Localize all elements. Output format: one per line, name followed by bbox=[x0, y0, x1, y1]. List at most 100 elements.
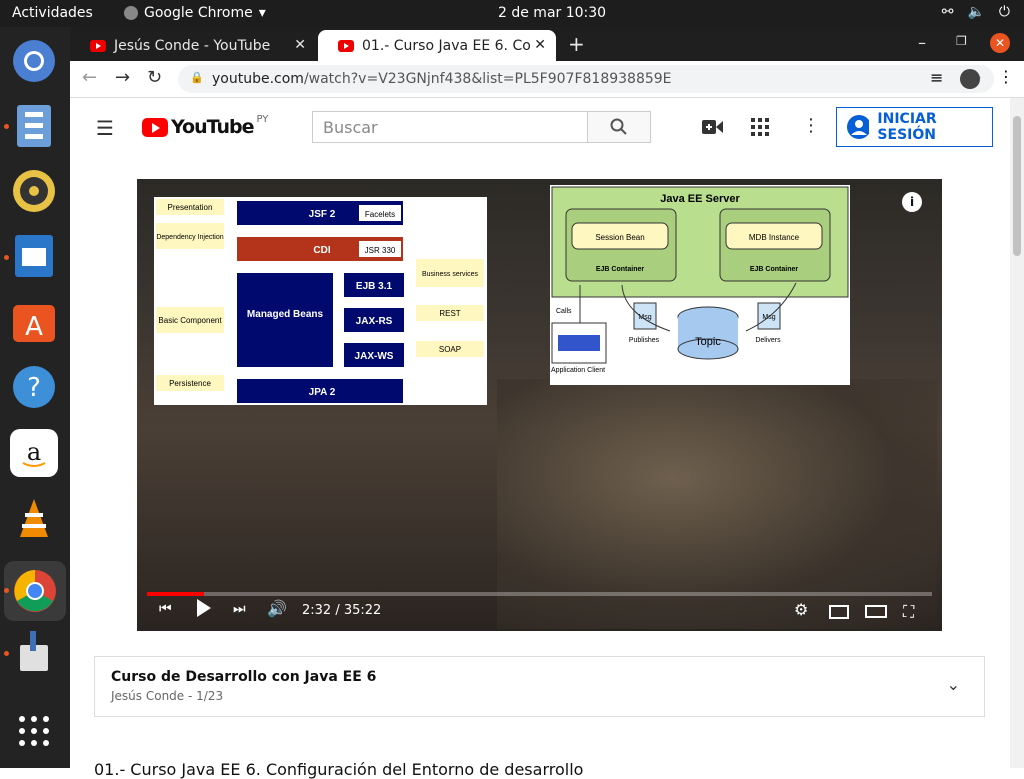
create-video-icon[interactable] bbox=[702, 119, 724, 135]
tab-label: 01.- Curso Java EE 6. Conf bbox=[362, 37, 545, 54]
svg-text:A: A bbox=[25, 312, 43, 342]
stack-label: Facelets bbox=[365, 210, 395, 219]
reload-button[interactable]: ↻ bbox=[147, 67, 162, 88]
scrollbar-thumb[interactable] bbox=[1013, 116, 1021, 256]
settings-gear-icon[interactable]: ⚙ bbox=[794, 600, 808, 619]
playlist-panel[interactable]: Curso de Desarrollo con Java EE 6 Jesús … bbox=[94, 656, 985, 717]
chevron-down-icon[interactable]: ⌄ bbox=[947, 675, 960, 694]
close-icon[interactable]: ✕ bbox=[294, 37, 306, 53]
time-display: 2:32 / 35:22 bbox=[302, 603, 382, 618]
tab-youtube-channel[interactable]: Jesús Conde - YouTube ✕ bbox=[70, 30, 316, 61]
stack-label: JPA 2 bbox=[309, 387, 336, 398]
playlist-title: Curso de Desarrollo con Java EE 6 bbox=[111, 669, 377, 685]
clock[interactable]: 2 de mar 10:30 bbox=[498, 5, 606, 21]
maximize-button[interactable]: ❐ bbox=[956, 34, 967, 48]
stack-annotation: SOAP bbox=[439, 345, 461, 354]
close-icon[interactable]: ✕ bbox=[530, 37, 546, 53]
server-box: EJB Container bbox=[750, 266, 799, 273]
minimize-button[interactable]: – bbox=[918, 33, 926, 52]
chrome-icon[interactable] bbox=[4, 561, 66, 621]
volume-icon[interactable]: 🔊 bbox=[267, 599, 287, 618]
info-icon[interactable]: i bbox=[902, 192, 922, 212]
show-apps-icon[interactable] bbox=[10, 707, 58, 755]
running-indicator bbox=[4, 255, 9, 260]
miniplayer-icon[interactable] bbox=[829, 605, 849, 619]
theater-mode-icon[interactable] bbox=[865, 605, 887, 618]
running-indicator bbox=[4, 651, 9, 656]
search-input[interactable]: Buscar bbox=[312, 111, 588, 143]
stack-annotation: Presentation bbox=[168, 203, 213, 212]
app-menu[interactable]: Google Chrome ▾ bbox=[124, 5, 266, 21]
tab-current-video[interactable]: 01.- Curso Java EE 6. Conf ✕ bbox=[318, 30, 556, 61]
forward-button[interactable]: → bbox=[115, 67, 130, 88]
server-box: Topic bbox=[695, 336, 721, 348]
dock: A ? a bbox=[0, 27, 70, 768]
amazon-icon[interactable]: a bbox=[10, 429, 58, 477]
svg-text:?: ? bbox=[27, 373, 41, 403]
server-box: EJB Container bbox=[596, 266, 645, 273]
chevron-down-icon: ▾ bbox=[258, 5, 266, 21]
new-tab-button[interactable]: + bbox=[568, 32, 585, 56]
url-host: youtube.com bbox=[212, 71, 304, 87]
previous-icon[interactable]: ⏮ bbox=[159, 601, 172, 617]
system-top-bar: Actividades Google Chrome ▾ 2 de mar 10:… bbox=[0, 0, 1024, 27]
slide-java-ee-server: Java EE Server Session Bean EJB Containe… bbox=[550, 185, 850, 385]
youtube-header: ☰ YouTube PY Buscar ⋮ INICIAR SESIÓN bbox=[70, 98, 1010, 156]
writer-icon[interactable] bbox=[10, 232, 58, 280]
chromium-icon[interactable] bbox=[10, 37, 58, 85]
paint-icon[interactable] bbox=[10, 627, 58, 675]
youtube-favicon-icon bbox=[338, 39, 354, 52]
sign-in-button[interactable]: INICIAR SESIÓN bbox=[836, 107, 993, 147]
play-icon[interactable] bbox=[197, 599, 211, 617]
back-button[interactable]: ← bbox=[82, 67, 97, 88]
stack-annotation: Business services bbox=[422, 271, 479, 278]
media-queue-icon[interactable]: ≡ bbox=[930, 68, 943, 87]
tab-strip: Jesús Conde - YouTube ✕ 01.- Curso Java … bbox=[70, 27, 1024, 61]
power-icon: ⏻ bbox=[998, 4, 1010, 20]
svg-text:a: a bbox=[27, 438, 41, 466]
profile-icon[interactable] bbox=[960, 69, 980, 89]
stack-label: JSF 2 bbox=[309, 209, 336, 220]
search-button[interactable] bbox=[587, 111, 651, 143]
close-window-button[interactable]: ✕ bbox=[990, 33, 1010, 53]
settings-more-icon[interactable]: ⋮ bbox=[802, 115, 820, 136]
stack-label: JAX-WS bbox=[355, 351, 394, 362]
system-tray[interactable]: ⚯ 🔈 ⏻ bbox=[942, 4, 1010, 20]
stack-label: JSR 330 bbox=[365, 246, 396, 255]
browser-menu-icon[interactable]: ⋮ bbox=[998, 67, 1014, 86]
video-player[interactable]: JSF 2 Facelets CDI JSR 330 Managed Beans… bbox=[137, 179, 942, 631]
address-bar[interactable]: 🔒 youtube.com/watch?v=V23GNjnf438&list=P… bbox=[178, 65, 994, 93]
region-code: PY bbox=[256, 113, 269, 125]
running-indicator bbox=[4, 124, 9, 129]
server-label: Delivers bbox=[755, 337, 781, 344]
rhythmbox-icon[interactable] bbox=[10, 167, 58, 215]
next-icon[interactable]: ⏭ bbox=[233, 601, 246, 617]
hamburger-menu-icon[interactable]: ☰ bbox=[96, 116, 114, 140]
youtube-wordmark: YouTube bbox=[171, 116, 254, 138]
help-icon[interactable]: ? bbox=[10, 363, 58, 411]
server-box: MDB Instance bbox=[749, 233, 800, 242]
apps-grid-icon[interactable] bbox=[751, 118, 769, 136]
stack-annotation: REST bbox=[439, 309, 460, 318]
video-title: 01.- Curso Java EE 6. Configuración del … bbox=[94, 760, 584, 779]
stack-annotation: Persistence bbox=[169, 379, 211, 388]
server-title: Java EE Server bbox=[660, 193, 740, 205]
server-label: Calls bbox=[556, 308, 572, 315]
activities-button[interactable]: Actividades bbox=[12, 5, 93, 21]
slide-java-ee-stack: JSF 2 Facelets CDI JSR 330 Managed Beans… bbox=[154, 197, 487, 405]
url-path: /watch?v=V23GNjnf438&list=PL5F907F818938… bbox=[303, 71, 672, 87]
fullscreen-icon[interactable]: ⛶ bbox=[903, 602, 914, 622]
app-name: Google Chrome bbox=[144, 5, 253, 21]
stack-label: EJB 3.1 bbox=[356, 281, 393, 292]
server-box: Msg bbox=[638, 314, 651, 321]
youtube-logo[interactable]: YouTube PY bbox=[142, 113, 269, 138]
stack-label: CDI bbox=[313, 245, 330, 256]
sign-in-label: INICIAR SESIÓN bbox=[877, 111, 937, 143]
youtube-favicon-icon bbox=[90, 39, 106, 52]
stack-annotation: Dependency Injection bbox=[156, 234, 223, 241]
files-icon[interactable] bbox=[10, 102, 58, 150]
software-center-icon[interactable]: A bbox=[10, 297, 58, 345]
vlc-icon[interactable] bbox=[10, 495, 58, 543]
search-icon bbox=[610, 118, 627, 135]
page-scrollbar[interactable] bbox=[1010, 98, 1024, 768]
